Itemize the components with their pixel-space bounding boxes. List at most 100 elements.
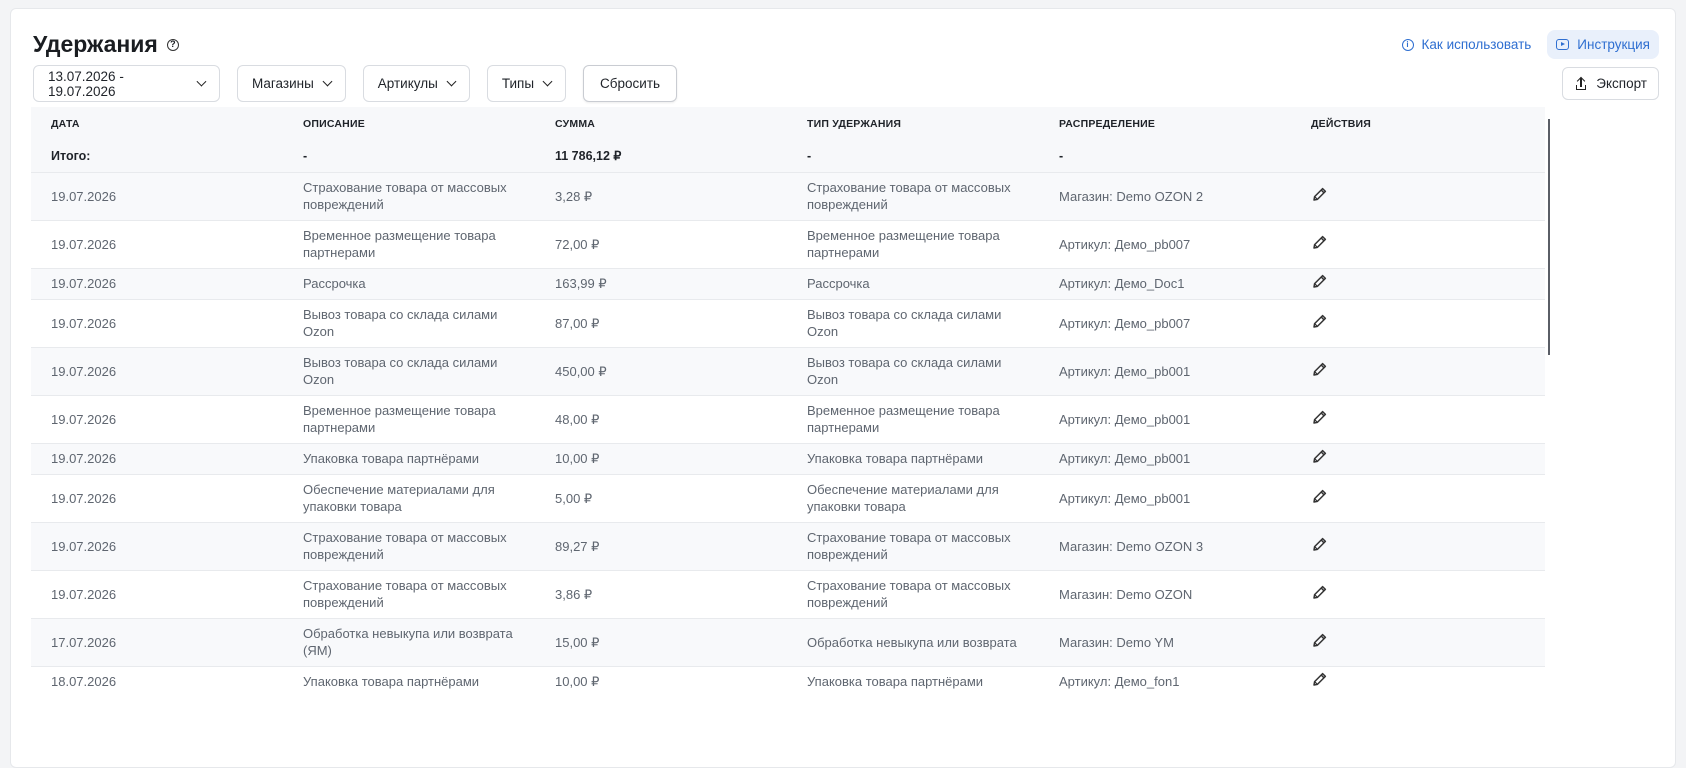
instruction-button[interactable]: Инструкция — [1547, 30, 1659, 59]
cell-distribution: Артикул: Демо_pb007 — [1039, 298, 1291, 347]
help-circle-icon[interactable]: ? — [166, 38, 179, 51]
chevron-down-icon — [542, 76, 553, 87]
cell-description: Страхование товара от массовых поврежден… — [283, 171, 535, 220]
pencil-icon[interactable] — [1311, 234, 1328, 251]
cell-amount: 163,99 ₽ — [535, 267, 787, 299]
chevron-down-icon — [196, 76, 207, 87]
pencil-icon[interactable] — [1311, 361, 1328, 378]
cell-distribution: Артикул: Демо_Doc1 — [1039, 267, 1291, 299]
cell-date: 18.07.2026 — [31, 665, 283, 697]
cell-date: 19.07.2026 — [31, 394, 283, 443]
total-row: Итого: - 11 786,12 ₽ - - — [31, 141, 1545, 172]
column-header-description[interactable]: Описание — [283, 107, 535, 141]
how-to-use-label: Как использовать — [1421, 37, 1532, 52]
pencil-icon[interactable] — [1311, 488, 1328, 505]
cell-description: Упаковка товара партнёрами — [283, 442, 535, 474]
pencil-icon[interactable] — [1311, 536, 1328, 553]
date-range-picker[interactable]: 13.07.2026 - 19.07.2026 — [33, 65, 220, 102]
column-header-actions: Действия — [1291, 107, 1545, 141]
stores-filter-label: Магазины — [252, 76, 314, 91]
cell-type: Временное размещение товара партнерами — [787, 394, 1039, 443]
cell-description-text: Временное размещение товара партнерами — [303, 228, 496, 260]
cell-amount: 450,00 ₽ — [535, 346, 787, 395]
cell-actions — [1291, 298, 1545, 347]
articles-filter[interactable]: Артикулы — [362, 65, 470, 102]
cell-distribution: Магазин: Demo OZON 2 — [1039, 171, 1291, 220]
column-header-type[interactable]: Тип удержания — [787, 107, 1039, 141]
total-description: - — [283, 141, 535, 172]
column-header-amount[interactable]: Сумма — [535, 107, 787, 141]
pencil-icon[interactable] — [1311, 186, 1328, 203]
table-row: 19.07.2026 Вывоз товара со склада силами … — [31, 298, 1545, 347]
cell-description-text: Временное размещение товара партнерами — [303, 403, 496, 435]
cell-actions — [1291, 394, 1545, 443]
cell-date: 19.07.2026 — [31, 442, 283, 474]
main-card: Удержания ? i Как использовать Инструкци… — [10, 8, 1676, 768]
table-row: 19.07.2026 Страхование товара от массовых… — [31, 521, 1545, 570]
types-filter-label: Типы — [501, 76, 535, 91]
instruction-label: Инструкция — [1577, 37, 1650, 52]
cell-description: Обеспечение материалами для упаковки тов… — [283, 473, 535, 522]
cell-type-text: Упаковка товара партнёрами — [807, 674, 984, 690]
stores-filter[interactable]: Магазины — [237, 65, 346, 102]
page-title-text: Удержания — [33, 31, 158, 57]
pencil-icon[interactable] — [1311, 448, 1328, 465]
total-label: Итого: — [31, 141, 283, 172]
table-row: 19.07.2026 Страхование товара от массовых… — [31, 569, 1545, 618]
cell-amount: 3,86 ₽ — [535, 569, 787, 618]
reset-button[interactable]: Сбросить — [583, 65, 678, 102]
cell-amount: 3,28 ₽ — [535, 171, 787, 220]
column-header-date[interactable]: Дата — [31, 107, 283, 141]
export-button[interactable]: Экспорт — [1562, 67, 1659, 100]
cell-type: Страхование товара от массовых поврежден… — [787, 569, 1039, 618]
cell-description-text: Страхование товара от массовых поврежден… — [303, 530, 507, 562]
cell-type: Упаковка товара партнёрами — [787, 665, 1039, 697]
cell-actions — [1291, 442, 1545, 474]
cell-description-text: Обеспечение материалами для упаковки тов… — [303, 482, 495, 514]
cell-amount: 5,00 ₽ — [535, 473, 787, 522]
pencil-icon[interactable] — [1311, 409, 1328, 426]
cell-description-text: Вывоз товара со склада силами Ozon — [303, 307, 498, 339]
cell-amount: 48,00 ₽ — [535, 394, 787, 443]
chevron-down-icon — [446, 76, 457, 87]
cell-actions — [1291, 473, 1545, 522]
cell-amount: 72,00 ₽ — [535, 219, 787, 268]
cell-distribution: Артикул: Демо_fon1 — [1039, 665, 1291, 697]
cell-type-text: Вывоз товара со склада силами Ozon — [807, 307, 1002, 339]
page-title: Удержания ? — [33, 31, 179, 58]
cell-description-text: Упаковка товара партнёрами — [303, 451, 480, 466]
how-to-use-link[interactable]: i Как использовать — [1396, 31, 1538, 58]
cell-description: Страхование товара от массовых поврежден… — [283, 521, 535, 570]
cell-distribution: Артикул: Демо_pb001 — [1039, 473, 1291, 522]
cell-type: Рассрочка — [787, 267, 1039, 299]
cell-distribution: Магазин: Demo YM — [1039, 617, 1291, 666]
pencil-icon[interactable] — [1311, 671, 1328, 688]
types-filter[interactable]: Типы — [486, 65, 567, 102]
cell-description: Временное размещение товара партнерами — [283, 219, 535, 268]
pencil-icon[interactable] — [1311, 632, 1328, 649]
cell-date: 19.07.2026 — [31, 267, 283, 299]
deductions-table: Дата Описание Сумма Тип удержания Распре… — [31, 107, 1545, 697]
chevron-down-icon — [322, 76, 333, 87]
cell-distribution: Артикул: Демо_pb001 — [1039, 394, 1291, 443]
pencil-icon[interactable] — [1311, 313, 1328, 330]
cell-date: 19.07.2026 — [31, 346, 283, 395]
cell-type-text: Временное размещение товара партнерами — [807, 403, 1000, 435]
table-row: 19.07.2026 Временное размещение товара па… — [31, 394, 1545, 443]
pencil-icon[interactable] — [1311, 584, 1328, 601]
cell-type: Страхование товара от массовых поврежден… — [787, 521, 1039, 570]
cell-distribution: Артикул: Демо_pb007 — [1039, 219, 1291, 268]
cell-actions — [1291, 346, 1545, 395]
cell-actions — [1291, 617, 1545, 666]
cell-distribution: Артикул: Демо_pb001 — [1039, 346, 1291, 395]
cell-type: Обеспечение материалами для упаковки тов… — [787, 473, 1039, 522]
column-header-distribution[interactable]: Распределение — [1039, 107, 1291, 141]
video-icon — [1556, 39, 1570, 50]
cell-amount: 87,00 ₽ — [535, 298, 787, 347]
cell-actions — [1291, 267, 1545, 299]
pencil-icon[interactable] — [1311, 273, 1328, 290]
table-scrollbar[interactable] — [1548, 119, 1550, 355]
cell-amount: 89,27 ₽ — [535, 521, 787, 570]
cell-type-text: Вывоз товара со склада силами Ozon — [807, 355, 1002, 387]
cell-type-text: Страхование товара от массовых поврежден… — [807, 530, 1011, 562]
